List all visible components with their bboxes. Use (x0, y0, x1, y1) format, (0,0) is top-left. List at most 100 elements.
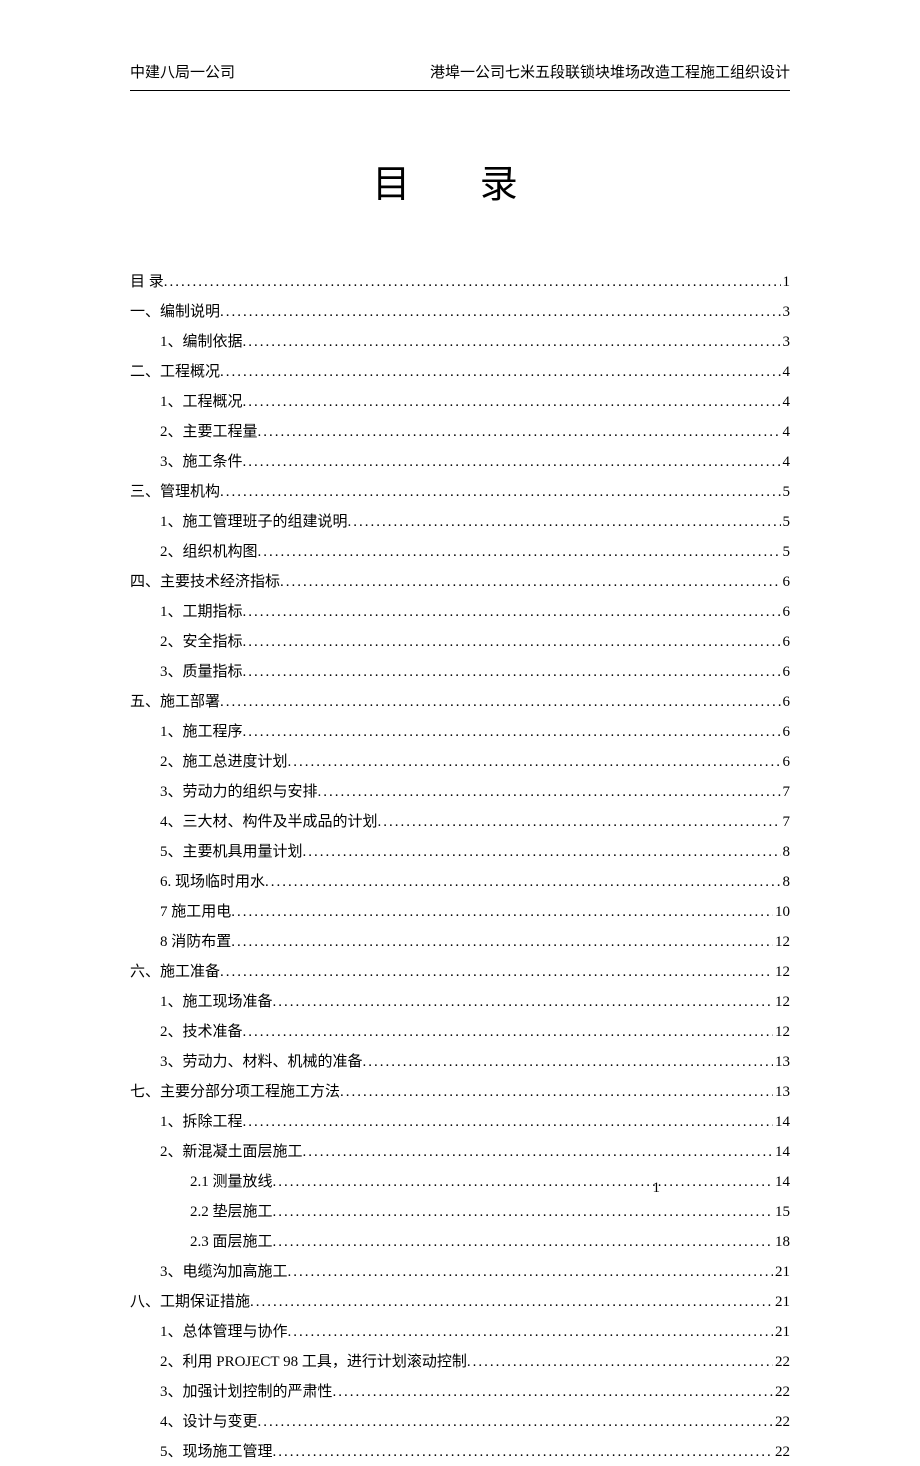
toc-row: 2.2 垫层施工 15 (130, 1199, 790, 1226)
toc-page-number: 3 (781, 329, 791, 356)
toc-page-number: 12 (773, 989, 790, 1016)
toc-page-number: 12 (773, 959, 790, 986)
toc-page-number: 22 (773, 1379, 790, 1406)
toc-page-number: 4 (781, 449, 791, 476)
toc-leader-dots (340, 1079, 773, 1106)
toc-page-number: 3 (781, 299, 791, 326)
toc-leader-dots (348, 509, 781, 536)
toc-row: 2、施工总进度计划 6 (130, 749, 790, 776)
toc-row: 6. 现场临时用水8 (130, 869, 790, 896)
toc-row: 一、编制说明 3 (130, 299, 790, 326)
toc-label: 三、管理机构 (130, 479, 220, 506)
toc-row: 三、管理机构 5 (130, 479, 790, 506)
toc-page-number: 12 (773, 929, 790, 956)
toc-page-number: 5 (781, 479, 791, 506)
toc-leader-dots (243, 599, 781, 626)
toc-label: 2.1 测量放线 (190, 1169, 273, 1196)
toc-label: 2、组织机构图 (160, 539, 258, 566)
toc-row: 1、编制依据 3 (130, 329, 790, 356)
toc-leader-dots (258, 419, 781, 446)
toc-leader-dots (243, 1109, 773, 1136)
toc-page-number: 14 (773, 1169, 790, 1196)
toc-leader-dots (250, 1289, 773, 1316)
toc-row: 1、工程概况 4 (130, 389, 790, 416)
toc-leader-dots (288, 749, 781, 776)
toc-row: 四、主要技术经济指标6 (130, 569, 790, 596)
toc-label: 五、施工部署 (130, 689, 220, 716)
toc-leader-dots (378, 809, 781, 836)
toc-row: 七、主要分部分项工程施工方法13 (130, 1079, 790, 1106)
toc-row: 六、施工准备 12 (130, 959, 790, 986)
toc-leader-dots (243, 449, 781, 476)
toc-leader-dots (467, 1349, 773, 1376)
toc-page-number: 21 (773, 1319, 790, 1346)
toc-leader-dots (273, 989, 773, 1016)
toc-leader-dots (243, 719, 781, 746)
toc-label: 2.2 垫层施工 (190, 1199, 273, 1226)
toc-row: 1、拆除工程14 (130, 1109, 790, 1136)
toc-row: 8 消防布置 12 (130, 929, 790, 956)
toc-leader-dots (333, 1379, 773, 1406)
toc-leader-dots (318, 779, 781, 806)
toc-row: 1、工期指标6 (130, 599, 790, 626)
toc-row: 3、电缆沟加高施工21 (130, 1259, 790, 1286)
toc-row: 二、工程概况 4 (130, 359, 790, 386)
toc-page-number: 22 (773, 1409, 790, 1436)
toc-label: 5、现场施工管理 (160, 1439, 273, 1466)
toc-row: 5、主要机具用量计划 8 (130, 839, 790, 866)
toc-label: 3、电缆沟加高施工 (160, 1259, 288, 1286)
toc-leader-dots (273, 1199, 773, 1226)
toc-leader-dots (164, 269, 781, 296)
toc-row: 3、施工条件4 (130, 449, 790, 476)
toc-label: 7 施工用电 (160, 899, 231, 926)
toc-page-number: 6 (781, 629, 791, 656)
toc-page-number: 18 (773, 1229, 790, 1256)
toc-label: 2、施工总进度计划 (160, 749, 288, 776)
toc-label: 二、工程概况 (130, 359, 220, 386)
toc-page-number: 6 (781, 659, 791, 686)
toc-label: 2、安全指标 (160, 629, 243, 656)
toc-label: 2、主要工程量 (160, 419, 258, 446)
toc-leader-dots (288, 1319, 773, 1346)
toc-leader-dots (231, 899, 773, 926)
toc-row: 2、主要工程量4 (130, 419, 790, 446)
toc-page-number: 6 (781, 719, 791, 746)
toc-label: 六、施工准备 (130, 959, 220, 986)
toc-label: 3、劳动力的组织与安排 (160, 779, 318, 806)
toc-page-number: 4 (781, 359, 791, 386)
toc-label: 一、编制说明 (130, 299, 220, 326)
toc-label: 1、编制依据 (160, 329, 243, 356)
page-header: 中建八局一公司 港埠一公司七米五段联锁块堆场改造工程施工组织设计 (130, 60, 790, 91)
toc-page-number: 6 (781, 749, 791, 776)
toc-row: 五、施工部署6 (130, 689, 790, 716)
page-number: 1 (653, 1175, 661, 1202)
toc-page-number: 7 (781, 779, 791, 806)
toc-page-number: 8 (781, 839, 791, 866)
toc-page-number: 15 (773, 1199, 790, 1226)
toc-row: 2、技术准备12 (130, 1019, 790, 1046)
toc-label: 1、总体管理与协作 (160, 1319, 288, 1346)
toc-row: 2.3 面层施工18 (130, 1229, 790, 1256)
toc-row: 3、劳动力的组织与安排 7 (130, 779, 790, 806)
toc-leader-dots (220, 689, 780, 716)
toc-label: 4、三大材、构件及半成品的计划 (160, 809, 378, 836)
toc-row: 2、新混凝土面层施工14 (130, 1139, 790, 1166)
toc-label: 5、主要机具用量计划 (160, 839, 303, 866)
toc-page-number: 21 (773, 1289, 790, 1316)
toc-label: 1、拆除工程 (160, 1109, 243, 1136)
toc-row: 1、施工程序6 (130, 719, 790, 746)
toc-leader-dots (220, 479, 780, 506)
toc-leader-dots (243, 389, 781, 416)
toc-page-number: 6 (781, 569, 791, 596)
toc-page-number: 4 (781, 389, 791, 416)
toc-leader-dots (265, 869, 780, 896)
toc-page-number: 14 (773, 1139, 790, 1166)
toc-page-number: 5 (781, 509, 791, 536)
toc-row: 7 施工用电10 (130, 899, 790, 926)
toc-page-number: 7 (781, 809, 791, 836)
toc-label: 1、工期指标 (160, 599, 243, 626)
toc-label: 3、加强计划控制的严肃性 (160, 1379, 333, 1406)
toc-label: 1、工程概况 (160, 389, 243, 416)
toc-page-number: 12 (773, 1019, 790, 1046)
toc-label: 8 消防布置 (160, 929, 231, 956)
